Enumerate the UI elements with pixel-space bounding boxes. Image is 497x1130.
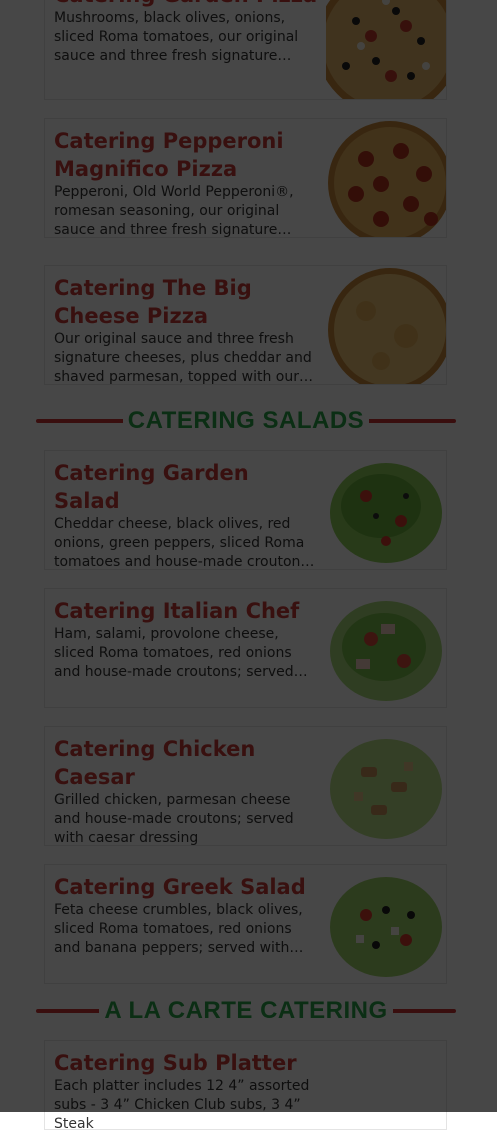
item-description: Each platter includes 12 4” assorted sub…	[54, 1078, 310, 1130]
salad-italian-chef-image	[326, 589, 446, 707]
item-title: Catering Garden Pizza	[54, 0, 320, 9]
item-description: Cheddar cheese, black olives, red onions…	[54, 516, 313, 570]
item-title: Catering Pepperoni Magnifico Pizza	[54, 129, 284, 181]
item-description: Mushrooms, black olives, onions, sliced …	[54, 10, 299, 64]
salad-greek-image	[326, 865, 446, 983]
item-title: Catering Sub Platter	[54, 1051, 297, 1075]
menu-item-card[interactable]: Catering Greek Salad Feta cheese crumble…	[44, 864, 447, 984]
pizza-pepperoni-image	[326, 119, 446, 237]
menu-item-card[interactable]: Catering Chicken Caesar Grilled chicken,…	[44, 726, 447, 846]
item-description: Feta cheese crumbles, black olives, slic…	[54, 902, 303, 956]
section-title: CATERING SALADS	[122, 407, 370, 435]
item-title: Catering Greek Salad	[54, 875, 306, 899]
salad-garden-image	[326, 451, 446, 569]
menu-item-card[interactable]: Catering Italian Chef Ham, salami, provo…	[44, 588, 447, 708]
menu-item-card[interactable]: Catering Garden Salad Cheddar cheese, bl…	[44, 450, 447, 570]
section-header-salads: CATERING SALADS	[36, 406, 456, 436]
item-description: Ham, salami, provolone cheese, sliced Ro…	[54, 626, 294, 680]
item-description: Our original sauce and three fresh signa…	[54, 331, 313, 385]
item-title: Catering Garden Salad	[54, 461, 249, 513]
pizza-veggie-image	[326, 0, 446, 99]
item-description: Grilled chicken, parmesan cheese and hou…	[54, 792, 294, 846]
item-title: Catering Chicken Caesar	[54, 737, 256, 789]
menu-item-card[interactable]: Catering The Big Cheese Pizza Our origin…	[44, 265, 447, 385]
item-description: Pepperoni, Old World Pepperoni®, romesan…	[54, 184, 294, 238]
menu-item-card[interactable]: Catering Garden Pizza Mushrooms, black o…	[44, 0, 447, 100]
item-title: Catering The Big Cheese Pizza	[54, 276, 252, 328]
pizza-cheese-image	[326, 266, 446, 384]
menu-item-card[interactable]: Catering Pepperoni Magnifico Pizza Peppe…	[44, 118, 447, 238]
menu-item-card[interactable]: Catering Sub Platter Each platter includ…	[44, 1040, 447, 1130]
section-header-alacarte: A LA CARTE CATERING	[36, 996, 456, 1026]
section-title: A LA CARTE CATERING	[99, 997, 393, 1025]
item-title: Catering Italian Chef	[54, 599, 300, 623]
catering-menu-page: Catering Garden Pizza Mushrooms, black o…	[0, 0, 497, 1130]
salad-chicken-caesar-image	[326, 727, 446, 845]
